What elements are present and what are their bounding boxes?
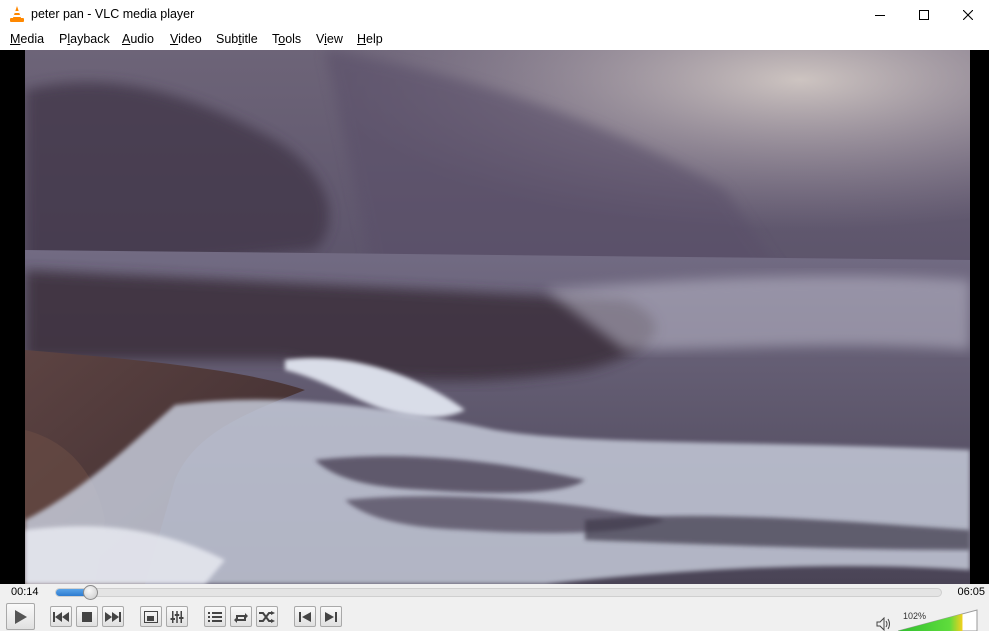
menu-video[interactable]: Video bbox=[170, 32, 202, 46]
stop-icon bbox=[82, 611, 92, 622]
maximize-button[interactable] bbox=[901, 0, 947, 29]
menu-media[interactable]: Media bbox=[10, 32, 44, 46]
loop-button[interactable] bbox=[230, 606, 252, 627]
menu-audio[interactable]: Audio bbox=[122, 32, 154, 46]
fullscreen-icon bbox=[144, 610, 158, 623]
vlc-cone-icon bbox=[9, 6, 25, 23]
video-area[interactable] bbox=[0, 50, 989, 584]
menu-tools[interactable]: Tools bbox=[272, 32, 301, 46]
minimize-button[interactable] bbox=[857, 0, 903, 29]
close-button[interactable] bbox=[945, 0, 989, 29]
frame-back-icon bbox=[299, 611, 311, 622]
play-button[interactable] bbox=[6, 603, 35, 630]
elapsed-time[interactable]: 00:14 bbox=[11, 586, 39, 598]
previous-chapter-button[interactable] bbox=[50, 606, 72, 627]
playlist-button[interactable] bbox=[204, 606, 226, 627]
title-bar: peter pan - VLC media player bbox=[0, 0, 989, 29]
minimize-icon bbox=[875, 10, 885, 20]
menu-view[interactable]: View bbox=[316, 32, 343, 46]
next-frame-button[interactable] bbox=[320, 606, 342, 627]
seek-row: 00:14 06:05 bbox=[0, 584, 989, 601]
previous-frame-button[interactable] bbox=[294, 606, 316, 627]
extended-settings-button[interactable] bbox=[166, 606, 188, 627]
shuffle-button[interactable] bbox=[256, 606, 278, 627]
video-frame bbox=[25, 50, 970, 584]
shuffle-icon bbox=[259, 610, 275, 623]
menu-playback[interactable]: Playback bbox=[59, 32, 110, 46]
menu-help[interactable]: Help bbox=[357, 32, 383, 46]
menu-subtitle[interactable]: Subtitle bbox=[216, 32, 258, 46]
control-bar: 102% bbox=[0, 601, 989, 631]
speaker-icon[interactable] bbox=[876, 616, 892, 631]
seek-handle[interactable] bbox=[82, 585, 98, 600]
seek-bar[interactable] bbox=[55, 585, 942, 600]
equalizer-icon bbox=[170, 610, 184, 623]
menu-bar: Media Playback Audio Video Subtitle Tool… bbox=[0, 29, 989, 50]
skip-forward-icon bbox=[105, 611, 121, 622]
fullscreen-button[interactable] bbox=[140, 606, 162, 627]
play-icon bbox=[14, 609, 28, 625]
skip-back-icon bbox=[53, 611, 69, 622]
playlist-icon bbox=[208, 611, 222, 623]
close-icon bbox=[963, 9, 973, 20]
total-time[interactable]: 06:05 bbox=[957, 586, 985, 598]
next-chapter-button[interactable] bbox=[102, 606, 124, 627]
frame-forward-icon bbox=[325, 611, 337, 622]
loop-icon bbox=[233, 611, 249, 623]
maximize-icon bbox=[919, 9, 929, 20]
volume-slider[interactable] bbox=[897, 609, 978, 631]
window-title: peter pan - VLC media player bbox=[31, 7, 195, 21]
stop-button[interactable] bbox=[76, 606, 98, 627]
